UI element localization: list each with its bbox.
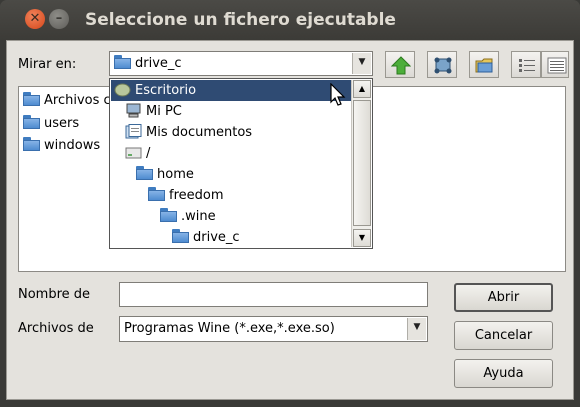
dropdown-item-wine[interactable]: .wine: [111, 206, 216, 227]
dropdown-item-home[interactable]: home: [111, 164, 194, 185]
dropdown-item-label: .wine: [181, 209, 216, 224]
desktop-button[interactable]: [427, 51, 457, 78]
dropdown-scrollbar[interactable]: ▲ ▼: [351, 80, 371, 247]
file-list-item[interactable]: users: [23, 114, 79, 134]
dropdown-item-desktop[interactable]: Escritorio: [111, 80, 355, 101]
new-folder-button[interactable]: [469, 51, 499, 78]
computer-icon: [125, 103, 143, 118]
dropdown-item-label: freedom: [169, 188, 224, 203]
drive-icon: [125, 145, 143, 160]
look-in-label: Mirar en:: [18, 57, 77, 72]
help-button[interactable]: Ayuda: [454, 359, 553, 388]
folder-icon: [23, 92, 41, 106]
dropdown-item-label: Escritorio: [135, 83, 197, 98]
file-list-item[interactable]: windows: [23, 136, 100, 156]
dropdown-item-label: Mi PC: [146, 104, 182, 119]
filetype-label: Archivos de: [18, 321, 94, 336]
look-in-value: drive_c: [135, 56, 182, 71]
details-view-button[interactable]: [541, 51, 569, 78]
file-list-item[interactable]: Archivos c: [23, 91, 111, 111]
title-bar[interactable]: ✕ – Seleccione un fichero ejecutable: [0, 0, 580, 40]
file-item-label: windows: [44, 138, 101, 153]
dropdown-item-drive-c[interactable]: drive_c: [111, 227, 240, 248]
dropdown-item-label: home: [157, 167, 194, 182]
documents-icon: [125, 124, 143, 139]
folder-icon: [23, 115, 41, 129]
list-view-icon: [519, 59, 535, 72]
cancel-button[interactable]: Cancelar: [454, 321, 553, 350]
filetype-combo[interactable]: Programas Wine (*.exe,*.exe.so) ▼: [119, 316, 428, 342]
scroll-up-icon[interactable]: ▲: [353, 80, 371, 98]
folder-icon: [136, 166, 154, 180]
dropdown-item-label: drive_c: [193, 230, 240, 245]
desktop-icon: [434, 57, 452, 74]
look-in-combo[interactable]: drive_c ▼: [109, 51, 373, 76]
window-title: Seleccione un fichero ejecutable: [85, 10, 396, 30]
dropdown-item-label: Mis documentos: [146, 125, 253, 140]
scroll-thumb[interactable]: [353, 100, 371, 226]
dropdown-item-root[interactable]: /: [111, 143, 150, 164]
desktop-icon: [114, 83, 132, 98]
minimize-icon[interactable]: –: [49, 9, 69, 29]
scroll-down-icon[interactable]: ▼: [353, 229, 371, 247]
arrow-up-icon: [391, 56, 411, 75]
folder-icon: [114, 55, 132, 69]
folder-icon: [148, 187, 166, 201]
open-button[interactable]: Abrir: [454, 283, 553, 312]
up-folder-button[interactable]: [385, 51, 415, 78]
folder-icon: [172, 229, 190, 243]
filename-label: Nombre de: [18, 287, 91, 302]
dropdown-item-freedom[interactable]: freedom: [111, 185, 224, 206]
filetype-value: Programas Wine (*.exe,*.exe.so): [124, 321, 335, 336]
chevron-down-icon[interactable]: ▼: [407, 318, 426, 340]
filename-input[interactable]: [119, 282, 428, 307]
new-folder-icon: [475, 58, 493, 73]
details-view-icon: [547, 57, 567, 74]
dropdown-item-label: /: [146, 146, 151, 161]
file-item-label: users: [44, 116, 80, 131]
close-icon[interactable]: ✕: [25, 9, 45, 29]
folder-icon: [23, 137, 41, 151]
dropdown-item-my-pc[interactable]: Mi PC: [111, 101, 182, 122]
chevron-down-icon[interactable]: ▼: [352, 53, 371, 74]
folder-icon: [160, 208, 178, 222]
dropdown-item-documents[interactable]: Mis documentos: [111, 122, 252, 143]
file-item-label: Archivos c: [44, 93, 111, 108]
list-view-button[interactable]: [511, 51, 541, 78]
mouse-pointer-icon: [330, 83, 346, 106]
